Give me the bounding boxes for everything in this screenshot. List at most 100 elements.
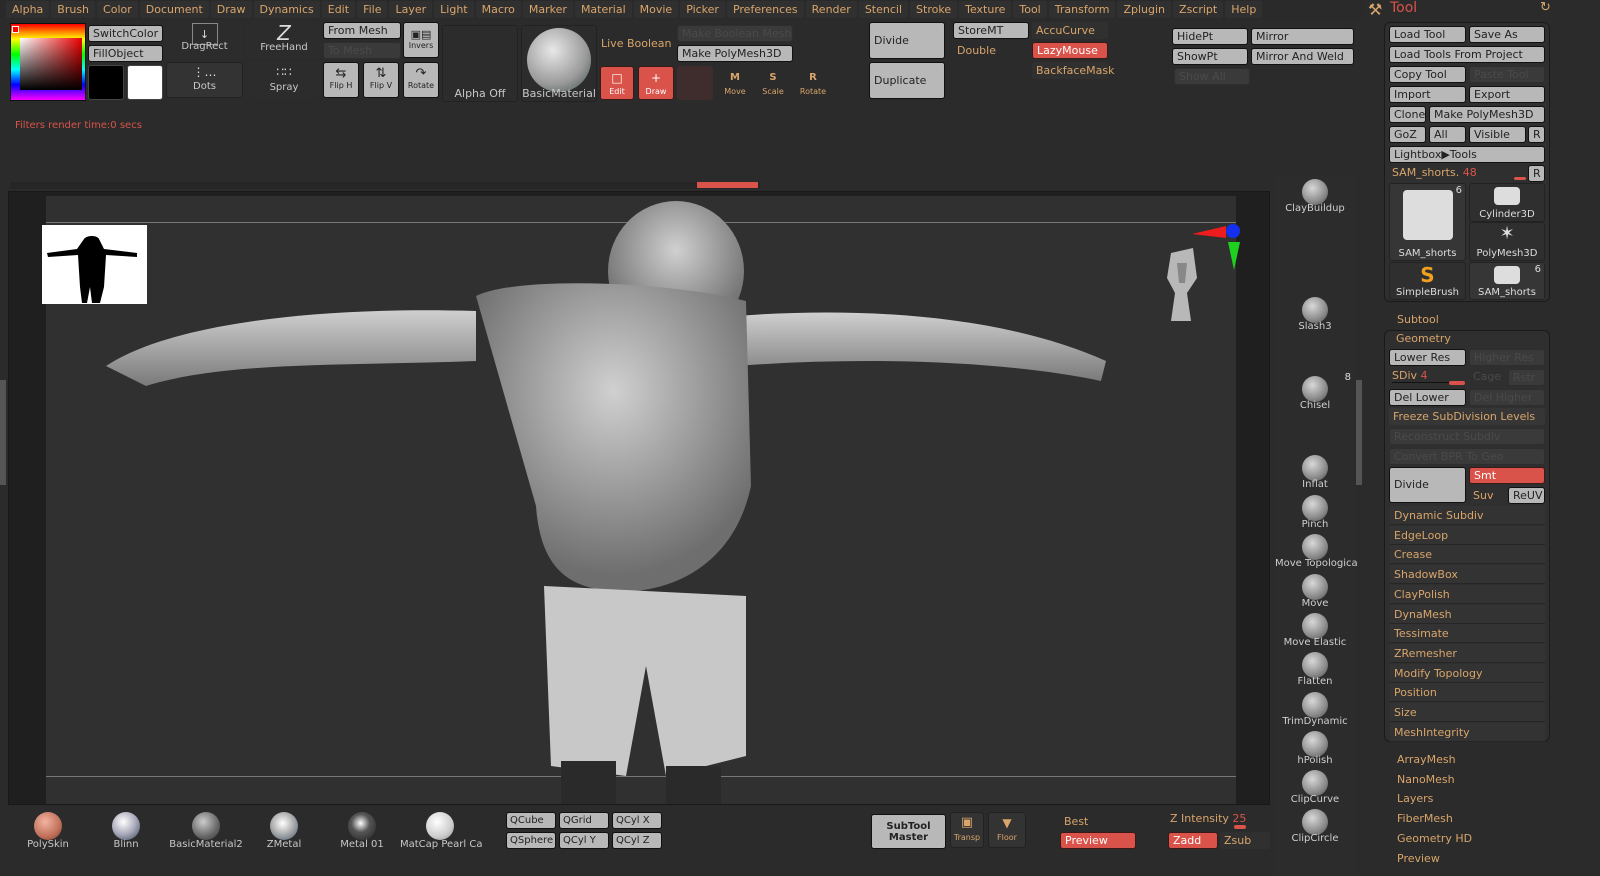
- invers-button[interactable]: ▣▤ Invers: [403, 22, 439, 58]
- freehand-stroke[interactable]: Z FreeHand: [246, 21, 322, 59]
- geometry-meshintegrity[interactable]: MeshIntegrity: [1390, 722, 1545, 742]
- from-mesh-button[interactable]: From Mesh: [323, 22, 401, 39]
- subtool-master-button[interactable]: SubTool Master: [871, 814, 946, 849]
- main-color-swatch[interactable]: [88, 65, 124, 100]
- sdiv-slider[interactable]: SDiv 4: [1392, 369, 1466, 385]
- menu-tool[interactable]: Tool: [1013, 1, 1047, 18]
- menu-file[interactable]: File: [357, 1, 388, 18]
- quick-qcyl-x[interactable]: QCyl X: [612, 812, 662, 829]
- menu-transform[interactable]: Transform: [1048, 1, 1116, 18]
- fill-object-button[interactable]: FillObject: [88, 45, 163, 62]
- section-arraymesh[interactable]: ArrayMesh: [1397, 750, 1456, 769]
- menu-dynamics[interactable]: Dynamics: [253, 1, 320, 18]
- section-preview[interactable]: Preview: [1397, 849, 1440, 868]
- menu-brush[interactable]: Brush: [51, 1, 96, 18]
- showpt-button[interactable]: ShowPt: [1172, 48, 1248, 65]
- section-geometry-hd[interactable]: Geometry HD: [1397, 829, 1472, 848]
- goz-visible-button[interactable]: Visible: [1469, 126, 1526, 143]
- menu-layer[interactable]: Layer: [389, 1, 433, 18]
- current-tool-slider-knob[interactable]: [1514, 177, 1526, 180]
- edit-mode-button[interactable]: □ Edit: [600, 66, 634, 100]
- preview-render-button[interactable]: Preview: [1060, 832, 1136, 849]
- section-nanomesh[interactable]: NanoMesh: [1397, 770, 1455, 789]
- make-polymesh3d-tool-button[interactable]: Make PolyMesh3D: [1429, 106, 1545, 123]
- section-layers[interactable]: Layers: [1397, 789, 1433, 808]
- geometry-size[interactable]: Size: [1390, 703, 1545, 722]
- lightbox-tools-button[interactable]: Lightbox▶Tools: [1389, 146, 1545, 163]
- best-render-label[interactable]: Best: [1064, 815, 1088, 828]
- material-tile[interactable]: BasicMaterial: [521, 25, 597, 102]
- rotate-mode-button[interactable]: R Rotate: [795, 66, 831, 100]
- quick-qcyl-y[interactable]: QCyl Y: [559, 832, 609, 849]
- zsub-button[interactable]: Zsub: [1220, 832, 1270, 849]
- menu-picker[interactable]: Picker: [680, 1, 725, 18]
- menu-material[interactable]: Material: [574, 1, 632, 18]
- brush-hpolish[interactable]: hPolish: [1275, 727, 1355, 767]
- freeze-subdivision-levels-button[interactable]: Freeze SubDivision Levels: [1389, 408, 1545, 425]
- geometry-crease[interactable]: Crease: [1390, 545, 1545, 565]
- left-tray-handle[interactable]: [0, 380, 6, 485]
- mirror-and-weld-button[interactable]: Mirror And Weld: [1251, 48, 1354, 65]
- material-polyskin[interactable]: PolySkin: [8, 812, 88, 850]
- quick-qcyl-z[interactable]: QCyl Z: [612, 832, 662, 849]
- geometry-position[interactable]: Position: [1390, 683, 1545, 703]
- storemt-button[interactable]: StoreMT: [953, 22, 1029, 39]
- menu-preferences[interactable]: Preferences: [726, 1, 804, 18]
- import-button[interactable]: Import: [1389, 86, 1466, 103]
- canvas[interactable]: [46, 196, 1236, 804]
- menu-light[interactable]: Light: [434, 1, 474, 18]
- z-intensity-knob[interactable]: [1234, 825, 1246, 829]
- smt-toggle[interactable]: Smt: [1469, 467, 1545, 484]
- menu-movie[interactable]: Movie: [633, 1, 679, 18]
- menu-stencil[interactable]: Stencil: [858, 1, 909, 18]
- material-basicmaterial2[interactable]: BasicMaterial2: [166, 812, 246, 850]
- divide-button[interactable]: Divide: [869, 22, 945, 59]
- geometry-modify-topology[interactable]: Modify Topology: [1390, 663, 1545, 683]
- quick-qgrid[interactable]: QGrid: [559, 812, 609, 829]
- brush-slash3[interactable]: Slash3: [1275, 293, 1355, 333]
- material-blinn[interactable]: Blinn: [86, 812, 166, 850]
- current-tool-slider[interactable]: SAM_shorts. 48: [1392, 166, 1527, 180]
- draw-mode-button[interactable]: + Draw: [638, 66, 674, 100]
- tool-thumb-cylinder3d[interactable]: Cylinder3D: [1469, 183, 1545, 222]
- hidept-button[interactable]: HidePt: [1172, 28, 1248, 45]
- geometry-claypolish[interactable]: ClayPolish: [1390, 584, 1545, 604]
- accucurve-button[interactable]: AccuCurve: [1032, 22, 1108, 39]
- goz-all-button[interactable]: All: [1429, 126, 1466, 143]
- make-polymesh3d-button[interactable]: Make PolyMesh3D: [677, 45, 793, 62]
- sdiv-slider-knob[interactable]: [1449, 381, 1465, 385]
- menu-render[interactable]: Render: [805, 1, 857, 18]
- zadd-button[interactable]: Zadd: [1168, 832, 1218, 849]
- reuv-button[interactable]: ReUV: [1508, 487, 1545, 504]
- geometry-edgeloop[interactable]: EdgeLoop: [1390, 525, 1545, 545]
- z-intensity-slider[interactable]: Z Intensity 25: [1170, 812, 1270, 829]
- switch-color-button[interactable]: SwitchColor: [88, 25, 163, 42]
- menu-document[interactable]: Document: [139, 1, 209, 18]
- material-zmetal[interactable]: ZMetal: [244, 812, 324, 850]
- menu-color[interactable]: Color: [97, 1, 138, 18]
- geometry-tessimate[interactable]: Tessimate: [1390, 624, 1545, 644]
- brush-flatten[interactable]: Flatten: [1275, 648, 1355, 688]
- scale-mode-button[interactable]: S Scale: [755, 66, 791, 100]
- load-tools-from-project-button[interactable]: Load Tools From Project: [1389, 46, 1545, 63]
- goz-r-button[interactable]: R: [1528, 126, 1545, 143]
- material-metal-01[interactable]: Metal 01: [322, 812, 402, 850]
- tool-thumb-simplebrush[interactable]: S SimpleBrush: [1389, 262, 1466, 300]
- geometry-shadowbox[interactable]: ShadowBox: [1390, 565, 1545, 585]
- brush-move-topologica[interactable]: Move Topologica: [1275, 530, 1358, 570]
- load-tool-button[interactable]: Load Tool: [1389, 26, 1466, 43]
- quick-qsphere[interactable]: QSphere: [506, 832, 556, 849]
- menu-edit[interactable]: Edit: [321, 1, 356, 18]
- 3d-model[interactable]: [46, 196, 1236, 804]
- tool-thumb-polymesh3d[interactable]: ✶ PolyMesh3D: [1469, 222, 1545, 261]
- brush-clipcircle[interactable]: ClipCircle: [1275, 805, 1355, 845]
- del-lower-button[interactable]: Del Lower: [1389, 389, 1466, 406]
- tool-panel-title[interactable]: Tool: [1390, 0, 1417, 16]
- save-as-button[interactable]: Save As: [1469, 26, 1545, 43]
- geometry-dynamesh[interactable]: DynaMesh: [1390, 604, 1545, 624]
- lower-res-button[interactable]: Lower Res: [1389, 349, 1466, 366]
- live-boolean-toggle[interactable]: Live Boolean: [601, 37, 672, 50]
- geometry-zremesher[interactable]: ZRemesher: [1390, 643, 1545, 663]
- brush-trimdynamic[interactable]: TrimDynamic: [1275, 688, 1355, 728]
- section-fibermesh[interactable]: FiberMesh: [1397, 809, 1453, 828]
